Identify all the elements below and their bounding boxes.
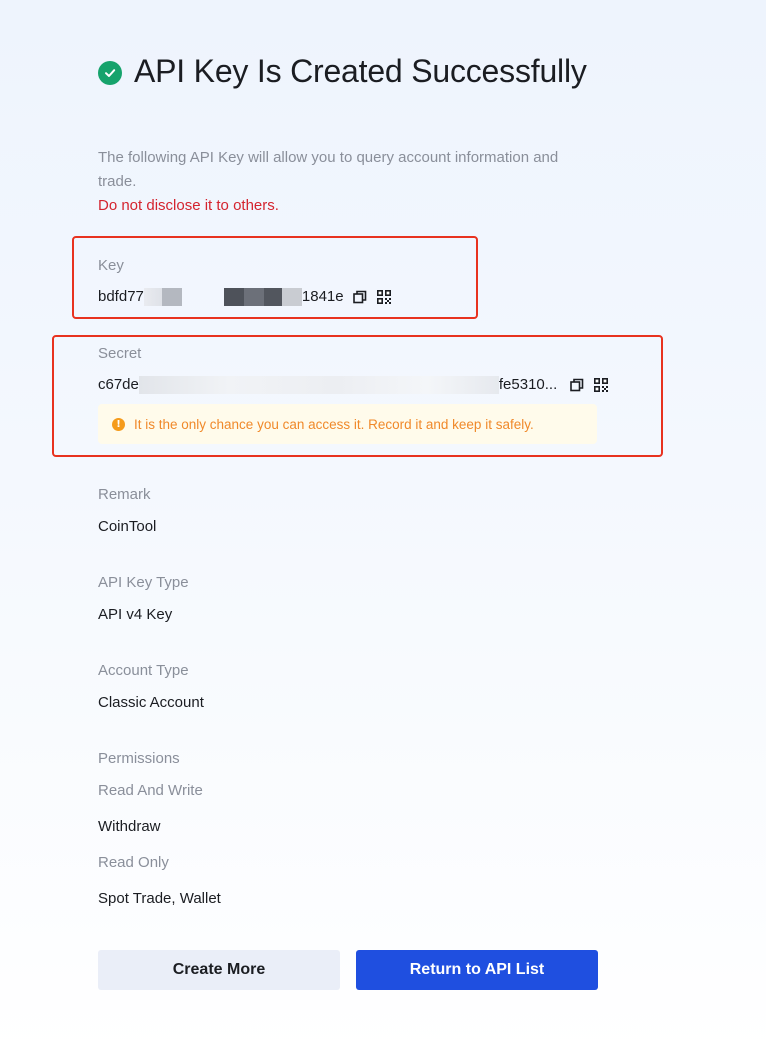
remark-label: Remark	[98, 486, 151, 503]
disclosure-warning: Do not disclose it to others.	[98, 197, 279, 214]
page-description: The following API Key will allow you to …	[98, 149, 559, 190]
read-only-value: Spot Trade, Wallet	[98, 890, 221, 907]
api-key-type-label: API Key Type	[98, 574, 189, 591]
permissions-label: Permissions	[98, 750, 180, 767]
return-to-api-list-button[interactable]: Return to API List	[356, 950, 598, 990]
key-highlight-frame	[72, 236, 478, 319]
account-type-value: Classic Account	[98, 694, 204, 711]
read-write-label: Read And Write	[98, 782, 203, 799]
account-type-label: Account Type	[98, 662, 189, 679]
remark-value: CoinTool	[98, 518, 157, 535]
success-check-icon	[98, 61, 122, 85]
page-title: API Key Is Created Successfully	[134, 53, 587, 89]
create-more-button[interactable]: Create More	[98, 950, 340, 990]
secret-highlight-frame	[52, 335, 663, 457]
read-write-value: Withdraw	[98, 818, 161, 835]
title-block: API Key Is Created Successfully	[98, 54, 618, 88]
read-only-label: Read Only	[98, 854, 169, 871]
api-key-type-value: API v4 Key	[98, 606, 173, 623]
